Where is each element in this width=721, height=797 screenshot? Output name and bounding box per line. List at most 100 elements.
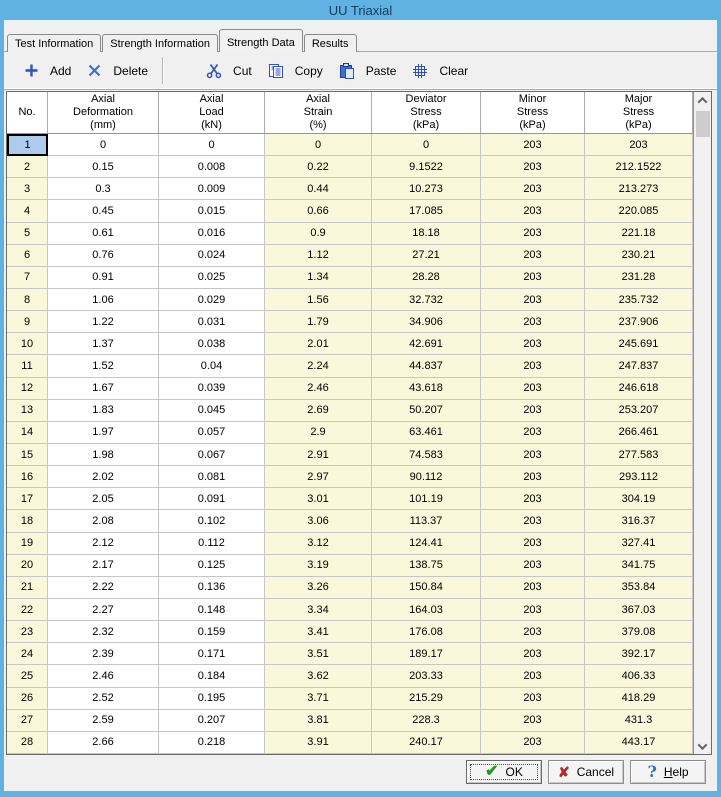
grid-cell[interactable]: 3.41 (265, 621, 372, 643)
grid-cell[interactable]: 0.61 (48, 223, 159, 245)
grid-cell[interactable]: 203 (481, 643, 585, 665)
grid-cell[interactable]: 203 (481, 400, 585, 422)
grid-cell[interactable]: 189.17 (372, 643, 481, 665)
scrollbar-thumb[interactable] (696, 111, 710, 137)
grid-cell[interactable]: 0.024 (159, 245, 265, 267)
row-number-cell[interactable]: 23 (7, 621, 48, 643)
grid-cell[interactable]: 3.71 (265, 688, 372, 710)
grid-cell[interactable]: 277.583 (585, 444, 693, 466)
grid-cell[interactable]: 203 (481, 245, 585, 267)
grid-cell[interactable]: 203 (481, 533, 585, 555)
grid-cell[interactable]: 203 (481, 510, 585, 532)
grid-cell[interactable]: 235.732 (585, 289, 693, 311)
grid-cell[interactable]: 1.37 (48, 333, 159, 355)
grid-cell[interactable]: 247.837 (585, 355, 693, 377)
row-number-cell[interactable]: 20 (7, 555, 48, 577)
grid-cell[interactable]: 42.691 (372, 333, 481, 355)
grid-cell[interactable]: 101.19 (372, 488, 481, 510)
grid-cell[interactable]: 176.08 (372, 621, 481, 643)
grid-cell[interactable]: 3.19 (265, 555, 372, 577)
grid-cell[interactable]: 0.038 (159, 333, 265, 355)
grid-cell[interactable]: 2.17 (48, 555, 159, 577)
grid-cell[interactable]: 32.732 (372, 289, 481, 311)
grid-cell[interactable]: 0.125 (159, 555, 265, 577)
grid-cell[interactable]: 1.06 (48, 289, 159, 311)
row-number-cell[interactable]: 4 (7, 200, 48, 222)
grid-cell[interactable]: 246.618 (585, 378, 693, 400)
grid-cell[interactable]: 0.136 (159, 577, 265, 599)
grid-cell[interactable]: 203 (481, 267, 585, 289)
grid-cell[interactable]: 0.91 (48, 267, 159, 289)
row-number-cell[interactable]: 26 (7, 688, 48, 710)
tab-test-information[interactable]: Test Information (7, 34, 101, 52)
grid-cell[interactable]: 203 (481, 665, 585, 687)
grid-cell[interactable]: 203 (481, 577, 585, 599)
scroll-down-button[interactable] (694, 738, 711, 754)
grid-cell[interactable]: 0.66 (265, 200, 372, 222)
grid-cell[interactable]: 203.33 (372, 665, 481, 687)
grid-cell[interactable]: 2.24 (265, 355, 372, 377)
tab-strength-data[interactable]: Strength Data (219, 29, 303, 52)
grid-cell[interactable]: 2.01 (265, 333, 372, 355)
grid-cell[interactable]: 1.83 (48, 400, 159, 422)
grid-cell[interactable]: 0 (265, 134, 372, 156)
grid-cell[interactable]: 28.28 (372, 267, 481, 289)
grid-cell[interactable]: 203 (481, 599, 585, 621)
grid-cell[interactable]: 1.12 (265, 245, 372, 267)
grid-cell[interactable]: 379.08 (585, 621, 693, 643)
grid-cell[interactable]: 0.15 (48, 156, 159, 178)
clear-button[interactable]: Clear (404, 57, 476, 85)
grid-cell[interactable]: 203 (481, 311, 585, 333)
row-number-cell[interactable]: 10 (7, 333, 48, 355)
grid-cell[interactable]: 0 (372, 134, 481, 156)
grid-cell[interactable]: 221.18 (585, 223, 693, 245)
grid-cell[interactable]: 0.148 (159, 599, 265, 621)
grid-cell[interactable]: 245.691 (585, 333, 693, 355)
grid-cell[interactable]: 0.207 (159, 710, 265, 732)
grid-cell[interactable]: 203 (481, 621, 585, 643)
row-number-cell[interactable]: 21 (7, 577, 48, 599)
row-number-cell[interactable]: 3 (7, 178, 48, 200)
grid-cell[interactable]: 74.583 (372, 444, 481, 466)
grid-cell[interactable]: 2.08 (48, 510, 159, 532)
grid-cell[interactable]: 138.75 (372, 555, 481, 577)
row-number-cell[interactable]: 17 (7, 488, 48, 510)
grid-cell[interactable]: 2.12 (48, 533, 159, 555)
grid-cell[interactable]: 231.28 (585, 267, 693, 289)
grid-cell[interactable]: 63.461 (372, 422, 481, 444)
grid-cell[interactable]: 203 (481, 422, 585, 444)
grid-cell[interactable]: 2.46 (265, 378, 372, 400)
grid-cell[interactable]: 3.51 (265, 643, 372, 665)
grid-cell[interactable]: 124.41 (372, 533, 481, 555)
grid-cell[interactable]: 203 (585, 134, 693, 156)
grid-cell[interactable]: 266.461 (585, 422, 693, 444)
grid-cell[interactable]: 1.67 (48, 378, 159, 400)
grid-cell[interactable]: 0.45 (48, 200, 159, 222)
grid-cell[interactable]: 2.66 (48, 732, 159, 754)
grid-cell[interactable]: 1.22 (48, 311, 159, 333)
grid-cell[interactable]: 0.218 (159, 732, 265, 754)
grid-cell[interactable]: 327.41 (585, 533, 693, 555)
tab-results[interactable]: Results (304, 34, 357, 52)
row-number-cell[interactable]: 14 (7, 422, 48, 444)
grid-cell[interactable]: 203 (481, 378, 585, 400)
grid-cell[interactable]: 0.029 (159, 289, 265, 311)
row-number-cell[interactable]: 12 (7, 378, 48, 400)
grid-cell[interactable]: 1.52 (48, 355, 159, 377)
grid-cell[interactable]: 203 (481, 333, 585, 355)
grid-cell[interactable]: 1.56 (265, 289, 372, 311)
grid-cell[interactable]: 2.9 (265, 422, 372, 444)
row-number-cell[interactable]: 28 (7, 732, 48, 754)
scroll-up-button[interactable] (694, 92, 711, 108)
grid-cell[interactable]: 34.906 (372, 311, 481, 333)
grid-cell[interactable]: 44.837 (372, 355, 481, 377)
grid-cell[interactable]: 43.618 (372, 378, 481, 400)
grid-cell[interactable]: 237.906 (585, 311, 693, 333)
grid-cell[interactable]: 215.29 (372, 688, 481, 710)
grid-cell[interactable]: 0.015 (159, 200, 265, 222)
grid-cell[interactable]: 50.207 (372, 400, 481, 422)
vertical-scrollbar[interactable] (693, 92, 711, 754)
grid-cell[interactable]: 0.22 (265, 156, 372, 178)
grid-cell[interactable]: 392.17 (585, 643, 693, 665)
tab-strength-information[interactable]: Strength Information (102, 34, 218, 52)
